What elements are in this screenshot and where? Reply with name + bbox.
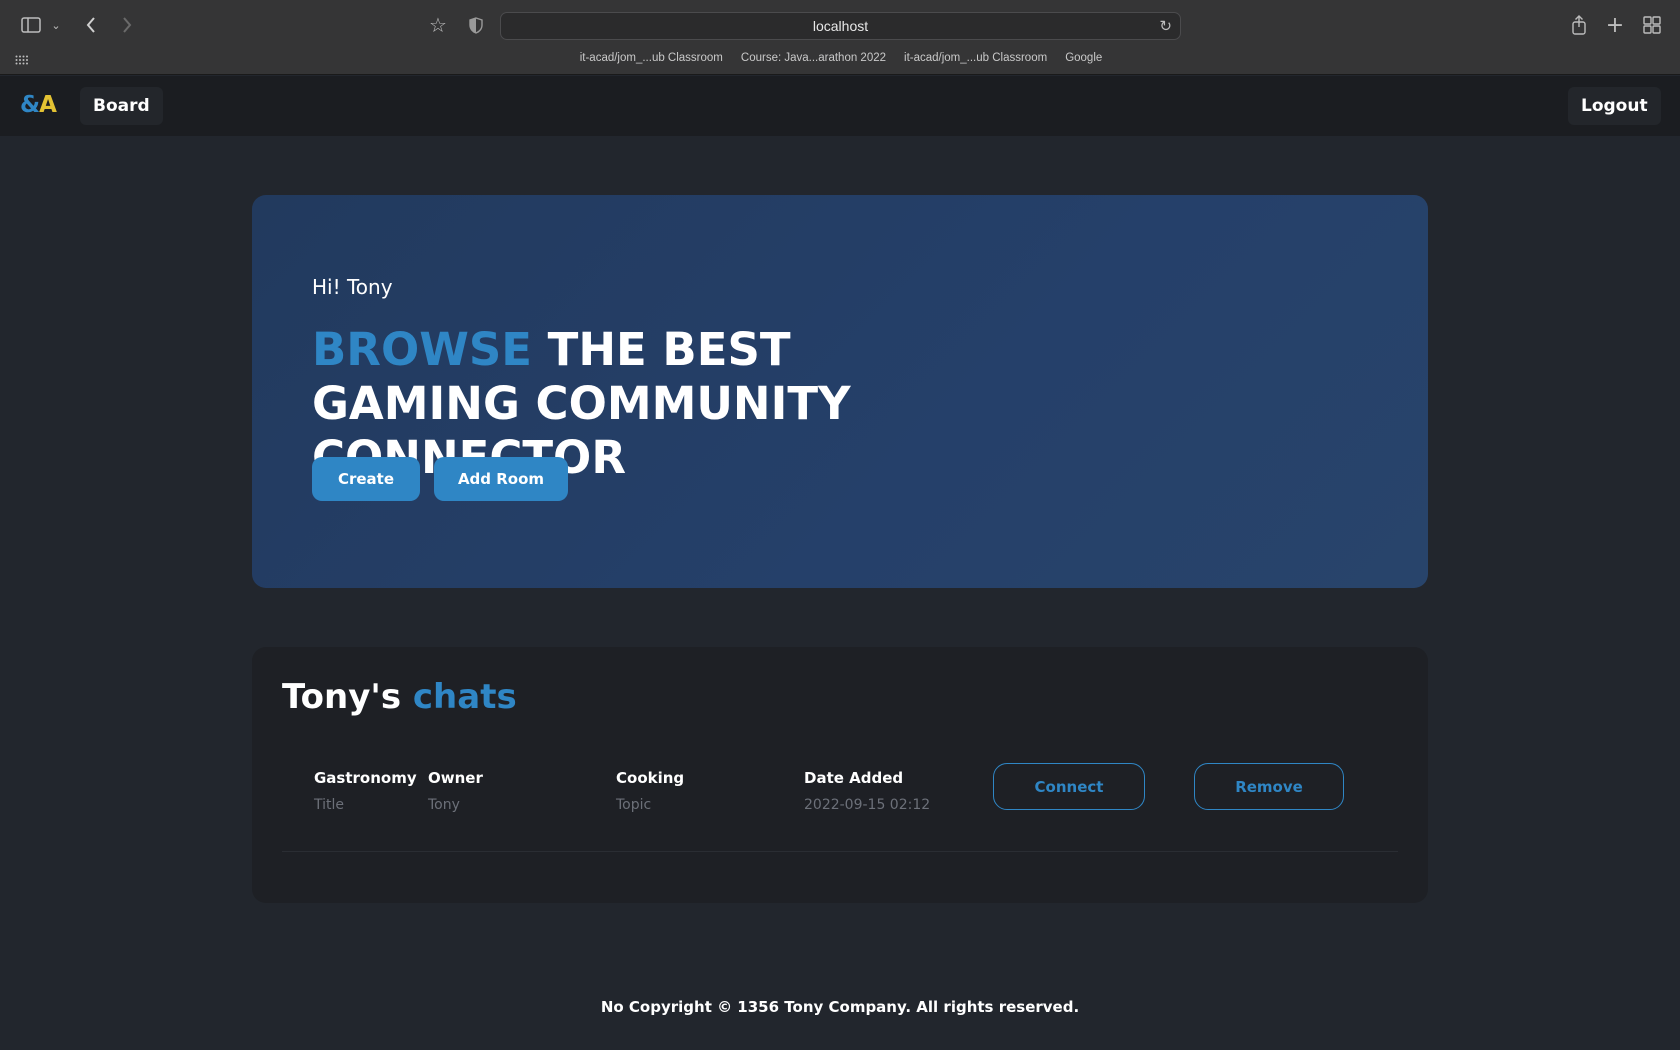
chat-topic-label: Topic xyxy=(616,797,652,813)
shield-icon[interactable] xyxy=(466,14,486,36)
bookmarks-bar: it-acad/jom_...ub Classroom Course: Java… xyxy=(0,52,1680,68)
chat-topic-cell: Cooking Topic xyxy=(616,769,684,813)
footer-text: No Copyright © 1356 Tony Company. All ri… xyxy=(600,998,1080,1016)
chat-title-value: Gastronomy xyxy=(314,769,417,787)
forward-icon[interactable] xyxy=(116,12,138,38)
reload-icon[interactable]: ↻ xyxy=(1159,17,1172,35)
new-tab-icon[interactable]: + xyxy=(1604,12,1626,38)
bookmark-link[interactable]: Google xyxy=(1063,52,1102,68)
chats-panel: Tony's chats Gastronomy Title Owner Tony… xyxy=(252,647,1428,903)
row-divider xyxy=(282,851,1398,852)
chevron-down-icon[interactable]: ⌄ xyxy=(48,16,64,34)
chats-title-accent: chats xyxy=(412,677,517,717)
hero-banner: Hi! Tony BROWSE THE BEST GAMING COMMUNIT… xyxy=(252,195,1428,588)
logout-button[interactable]: Logout xyxy=(1568,87,1661,125)
tab-overview-icon[interactable] xyxy=(1640,14,1664,36)
chat-date-cell: Date Added 2022-09-15 02:12 xyxy=(804,769,930,813)
hero-greeting: Hi! Tony xyxy=(312,275,393,299)
create-button[interactable]: Create xyxy=(312,457,420,501)
chat-owner-label: Owner xyxy=(428,769,483,787)
chat-owner-value: Tony xyxy=(428,797,460,813)
logo-amp: & xyxy=(20,92,40,118)
star-icon[interactable]: ☆ xyxy=(426,12,450,38)
app-header: &A Board Logout xyxy=(0,76,1680,136)
chat-title-cell: Gastronomy Title xyxy=(314,769,417,813)
chat-date-value: 2022-09-15 02:12 xyxy=(804,797,931,813)
add-room-button[interactable]: Add Room xyxy=(434,457,568,501)
hero-title-accent: BROWSE xyxy=(312,323,532,376)
sidebar-toggle-icon[interactable] xyxy=(18,14,44,36)
browser-toolbar: ⌄ ☆ localhost ↻ + it-acad/jom_...ub Clas… xyxy=(0,0,1680,75)
logo-a: A xyxy=(39,92,57,118)
share-icon[interactable] xyxy=(1568,12,1590,38)
connect-button[interactable]: Connect xyxy=(993,763,1145,810)
chat-topic-value: Cooking xyxy=(616,769,685,787)
chat-owner-cell: Owner Tony xyxy=(428,769,483,813)
chats-title-owner: Tony's xyxy=(282,677,402,717)
url-text: localhost xyxy=(812,18,869,34)
bookmark-link[interactable]: it-acad/jom_...ub Classroom xyxy=(578,52,723,68)
logo[interactable]: &A xyxy=(20,92,57,118)
bookmark-link[interactable]: it-acad/jom_...ub Classroom xyxy=(902,52,1047,68)
chats-title: Tony's chats xyxy=(282,677,517,717)
chat-title-label: Title xyxy=(314,797,345,813)
address-bar[interactable]: localhost ↻ xyxy=(500,12,1181,40)
bookmark-link[interactable]: Course: Java...arathon 2022 xyxy=(739,52,886,68)
back-icon[interactable] xyxy=(80,12,102,38)
board-button[interactable]: Board xyxy=(80,87,163,125)
chat-date-label: Date Added xyxy=(804,769,904,787)
remove-button[interactable]: Remove xyxy=(1194,763,1344,810)
